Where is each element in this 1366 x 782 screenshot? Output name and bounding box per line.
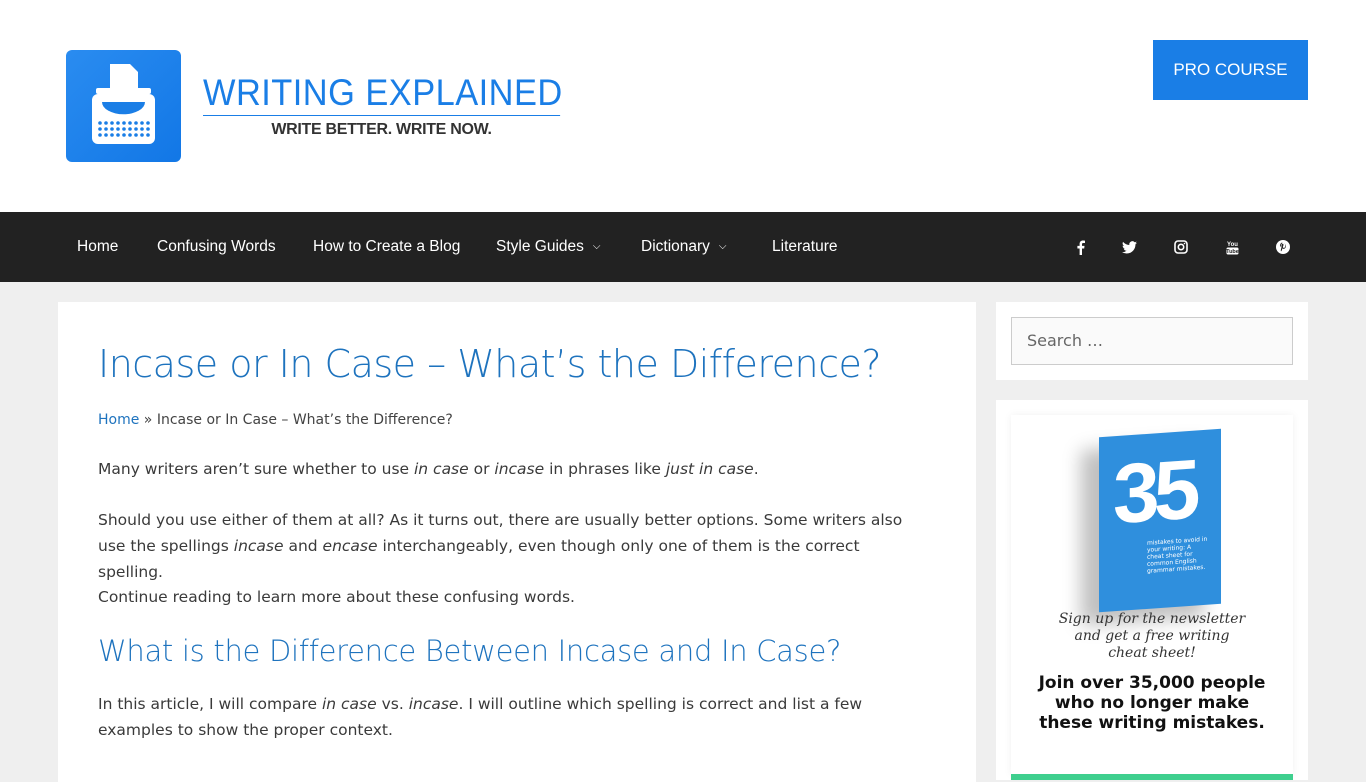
pinterest-icon[interactable] [1273, 212, 1293, 282]
youtube-icon[interactable]: You Tube [1222, 212, 1242, 282]
site-logo[interactable]: WRITING EXPLAINED WRITE BETTER. WRITE NO… [66, 50, 562, 162]
instagram-icon[interactable] [1171, 212, 1191, 282]
text: . [753, 460, 759, 478]
text: or [468, 460, 495, 478]
signup-button-edge[interactable] [1011, 774, 1293, 780]
book-number: 35 [1113, 441, 1195, 542]
signup-line: and get a free writing [1074, 628, 1230, 644]
text: in phrases like [544, 460, 666, 478]
typewriter-icon [66, 50, 181, 162]
breadcrumb-separator: » [139, 412, 157, 428]
emphasis: incase [233, 537, 284, 555]
nav-item-home[interactable]: Home [77, 212, 118, 282]
signup-text: Sign up for the newsletter and get a fre… [1011, 611, 1293, 662]
chevron-down-icon: ⌵ [718, 241, 727, 252]
nav-label: Confusing Words [157, 238, 276, 255]
chevron-down-icon: ⌵ [592, 241, 601, 252]
text: vs. [376, 695, 409, 713]
emphasis: in case [321, 695, 377, 713]
text: Continue reading to learn more about the… [98, 588, 575, 606]
twitter-icon[interactable] [1119, 212, 1139, 282]
nav-label: Style Guides [496, 238, 584, 256]
facebook-icon[interactable] [1070, 212, 1090, 282]
logo-tagline: WRITE BETTER. WRITE NOW. [271, 121, 492, 138]
paragraph-article-intro: In this article, I will compare in case … [98, 691, 928, 743]
text: In this article, I will compare [98, 695, 322, 713]
nav-item-create-blog[interactable]: How to Create a Blog [313, 212, 460, 282]
nav-item-dictionary[interactable]: Dictionary ⌵ [641, 212, 727, 282]
breadcrumb-home-link[interactable]: Home [98, 412, 139, 428]
nav-label: How to Create a Blog [313, 238, 461, 255]
join-line: these writing mistakes. [1039, 713, 1265, 733]
breadcrumb: Home » Incase or In Case – What’s the Di… [98, 412, 453, 428]
svg-text:You: You [1227, 242, 1238, 248]
join-text: Join over 35,000 people who no longer ma… [1011, 673, 1293, 733]
sidebar-search-widget: Search … [996, 302, 1308, 380]
emphasis: incase [408, 695, 459, 713]
emphasis: incase [494, 460, 545, 478]
newsletter-promo[interactable]: 35 mistakes to avoid in your writing: A … [1011, 415, 1293, 780]
sidebar-newsletter-widget: 35 mistakes to avoid in your writing: A … [996, 400, 1308, 780]
join-line: who no longer make [1054, 693, 1250, 713]
svg-text:Tube: Tube [1226, 249, 1239, 255]
nav-item-confusing-words[interactable]: Confusing Words [157, 212, 276, 282]
pro-course-button[interactable]: PRO COURSE [1153, 40, 1308, 100]
ebook-cover-image: 35 mistakes to avoid in your writing: A … [1099, 428, 1221, 613]
logo-title: WRITING EXPLAINED [203, 73, 562, 116]
site-header: WRITING EXPLAINED WRITE BETTER. WRITE NO… [0, 0, 1366, 212]
page-title: Incase or In Case – What’s the Differenc… [98, 342, 882, 386]
signup-line: Sign up for the newsletter [1058, 611, 1246, 627]
nav-label: Literature [772, 238, 838, 255]
text: Many writers aren’t sure whether to use [98, 460, 414, 478]
nav-item-style-guides[interactable]: Style Guides ⌵ [496, 212, 600, 282]
nav-label: Home [77, 238, 119, 255]
nav-item-literature[interactable]: Literature [772, 212, 837, 282]
nav-label: Dictionary [641, 238, 710, 256]
emphasis: encase [322, 537, 378, 555]
main-nav: Home Confusing Words How to Create a Blo… [0, 212, 1366, 282]
text: and [283, 537, 323, 555]
breadcrumb-current: Incase or In Case – What’s the Differenc… [156, 412, 453, 428]
article-content: Incase or In Case – What’s the Differenc… [58, 302, 976, 782]
join-line: Join over 35,000 people [1038, 673, 1266, 693]
emphasis: in case [413, 460, 469, 478]
signup-line: cheat sheet! [1108, 645, 1196, 661]
paragraph-intro: Many writers aren’t sure whether to use … [98, 456, 928, 482]
book-text: mistakes to avoid in your writing: A che… [1147, 535, 1208, 575]
search-input[interactable]: Search … [1011, 317, 1293, 365]
paragraph-continue: Continue reading to learn more about the… [98, 584, 928, 610]
section-heading: What is the Difference Between Incase an… [98, 634, 842, 668]
emphasis: just in case [665, 460, 754, 478]
paragraph-options: Should you use either of them at all? As… [98, 507, 928, 585]
